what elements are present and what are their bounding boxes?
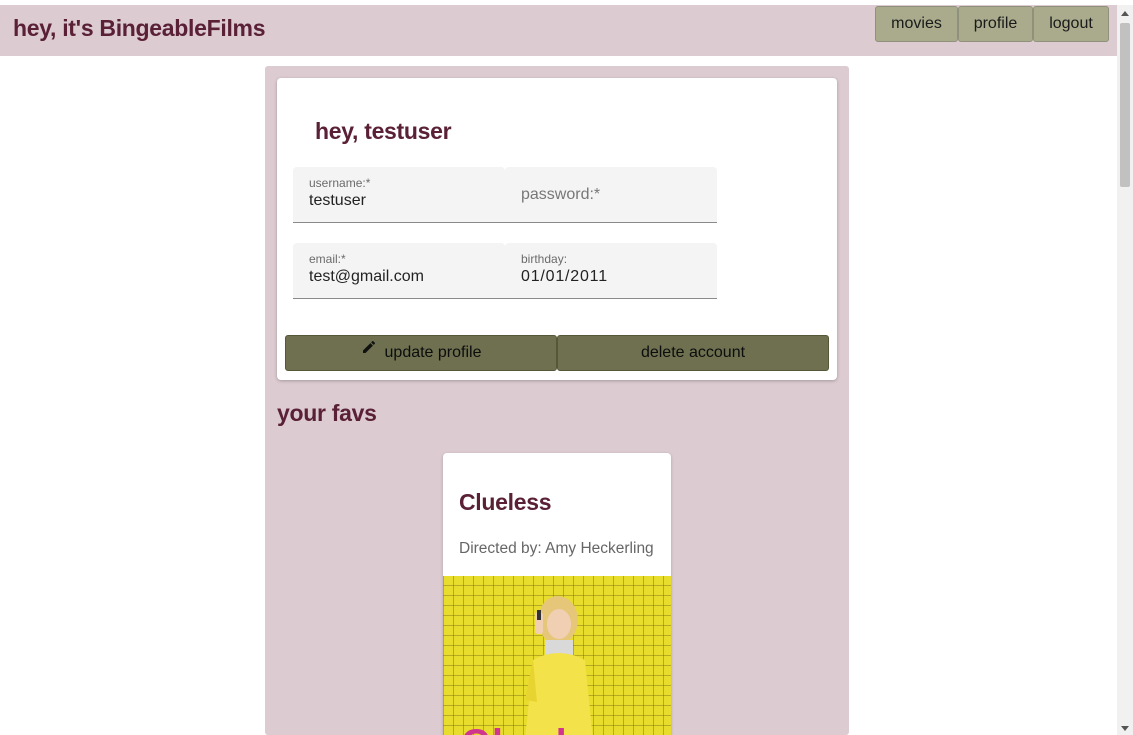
scroll-up-arrow[interactable] — [1121, 11, 1129, 16]
nav-profile-button[interactable]: profile — [958, 6, 1033, 42]
movie-title: Clueless — [459, 489, 552, 515]
poster-figure — [525, 596, 593, 735]
username-field[interactable]: username:* testuser — [293, 167, 505, 223]
username-value[interactable]: testuser — [309, 192, 366, 210]
update-profile-label: update profile — [384, 344, 482, 362]
username-label: username:* — [309, 176, 371, 190]
movie-director: Directed by: Amy Heckerling — [459, 540, 654, 557]
profile-card: hey, testuser username:* testuser passwo… — [277, 78, 837, 380]
scroll-thumb[interactable] — [1120, 23, 1130, 187]
email-value[interactable]: test@gmail.com — [309, 268, 424, 286]
nav-logout-button[interactable]: logout — [1033, 6, 1109, 42]
password-placeholder[interactable]: password:* — [521, 186, 600, 204]
pencil-icon — [361, 334, 377, 368]
birthday-value[interactable]: 01/01/2011 — [521, 268, 608, 286]
favs-heading: your favs — [277, 400, 377, 426]
movie-poster-image[interactable]: Clueless — [443, 576, 671, 735]
nav-movies-button[interactable]: movies — [875, 6, 958, 42]
password-field[interactable]: password:* — [505, 167, 717, 223]
movie-card[interactable]: Clueless Directed by: Amy Heckerling Clu… — [443, 453, 671, 735]
scroll-down-arrow[interactable] — [1121, 726, 1129, 731]
birthday-label: birthday: — [521, 252, 568, 266]
page-scrollbar[interactable] — [1117, 5, 1133, 735]
profile-panel: hey, testuser username:* testuser passwo… — [265, 66, 849, 735]
email-field[interactable]: email:* test@gmail.com — [293, 243, 505, 299]
profile-greeting: hey, testuser — [315, 118, 452, 144]
poster-title-text: Clueless — [461, 722, 642, 735]
update-profile-button[interactable]: update profile — [285, 335, 557, 371]
delete-account-button[interactable]: delete account — [557, 335, 829, 371]
birthday-field[interactable]: birthday: 01/01/2011 — [505, 243, 717, 299]
navbar: hey, it's BingeableFilms movies profile … — [0, 5, 1117, 56]
brand-title: hey, it's BingeableFilms — [13, 15, 266, 41]
email-label: email:* — [309, 252, 346, 266]
